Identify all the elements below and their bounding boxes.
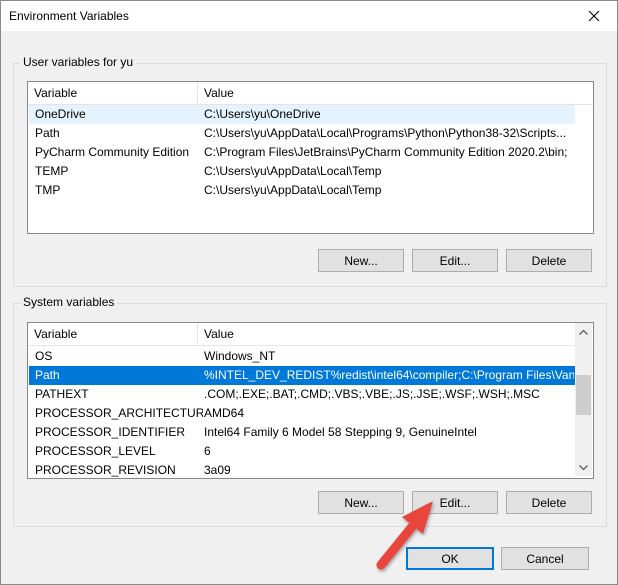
table-row[interactable]: PROCESSOR_ARCHITECTURE AMD64	[29, 404, 575, 423]
variable-cell: PyCharm Community Edition	[35, 145, 190, 159]
value-cell: C:\Program Files\JetBrains\PyCharm Commu…	[204, 145, 568, 159]
system-edit-button[interactable]: Edit...	[412, 491, 498, 514]
window-title: Environment Variables	[9, 9, 129, 23]
variable-cell: OneDrive	[35, 107, 86, 121]
value-cell: C:\Users\yu\AppData\Local\Temp	[204, 164, 382, 178]
user-delete-button[interactable]: Delete	[506, 249, 592, 272]
value-cell: C:\Users\yu\AppData\Local\Temp	[204, 183, 382, 197]
system-delete-button[interactable]: Delete	[506, 491, 592, 514]
value-cell: Windows_NT	[204, 349, 276, 363]
system-new-button[interactable]: New...	[318, 491, 404, 514]
table-row[interactable]: PROCESSOR_REVISION 3a09	[29, 461, 575, 478]
close-button[interactable]	[571, 1, 617, 31]
table-row[interactable]: OneDrive C:\Users\yu\OneDrive	[29, 105, 575, 124]
cancel-button[interactable]: Cancel	[501, 547, 589, 570]
list-header: Variable Value	[28, 323, 593, 346]
table-row[interactable]: PROCESSOR_IDENTIFIER Intel64 Family 6 Mo…	[29, 423, 575, 442]
user-variables-list[interactable]: Variable Value OneDrive C:\Users\yu\OneD…	[27, 81, 594, 234]
vertical-scrollbar[interactable]	[575, 323, 592, 476]
system-variables-legend: System variables	[20, 295, 118, 309]
variable-cell: Path	[35, 126, 60, 140]
environment-variables-dialog: Environment Variables User variables for…	[0, 0, 618, 585]
table-row[interactable]: Path C:\Users\yu\AppData\Local\Programs\…	[29, 124, 575, 143]
table-row[interactable]: TEMP C:\Users\yu\AppData\Local\Temp	[29, 162, 575, 181]
chevron-up-icon	[579, 329, 588, 335]
value-cell: %INTEL_DEV_REDIST%redist\intel64\compile…	[204, 368, 574, 382]
variable-cell: PROCESSOR_LEVEL	[35, 444, 156, 458]
value-cell: AMD64	[204, 406, 245, 420]
chevron-down-icon	[579, 464, 588, 470]
value-cell: .COM;.EXE;.BAT;.CMD;.VBS;.VBE;.JS;.JSE;.…	[204, 387, 540, 401]
value-cell: C:\Users\yu\AppData\Local\Programs\Pytho…	[204, 126, 567, 140]
table-row[interactable]: PyCharm Community Edition C:\Program Fil…	[29, 143, 575, 162]
scroll-down-button[interactable]	[575, 459, 592, 476]
variable-cell: OS	[35, 349, 53, 363]
table-row[interactable]: OS Windows_NT	[29, 347, 575, 366]
close-icon	[588, 10, 600, 22]
variable-cell: PROCESSOR_REVISION	[35, 463, 176, 477]
variable-cell: PATHEXT	[35, 387, 89, 401]
variable-cell: TEMP	[35, 164, 69, 178]
variable-cell: Path	[35, 368, 60, 382]
value-cell: 3a09	[204, 463, 231, 477]
variable-cell: TMP	[35, 183, 61, 197]
column-header-value[interactable]: Value	[198, 82, 593, 104]
table-row[interactable]: PATHEXT .COM;.EXE;.BAT;.CMD;.VBS;.VBE;.J…	[29, 385, 575, 404]
table-row[interactable]: PROCESSOR_LEVEL 6	[29, 442, 575, 461]
user-new-button[interactable]: New...	[318, 249, 404, 272]
user-edit-button[interactable]: Edit...	[412, 249, 498, 272]
value-cell: Intel64 Family 6 Model 58 Stepping 9, Ge…	[204, 425, 477, 439]
value-cell: C:\Users\yu\OneDrive	[204, 107, 321, 121]
variable-cell: PROCESSOR_IDENTIFIER	[35, 425, 186, 439]
list-header: Variable Value	[28, 82, 593, 105]
variable-cell: PROCESSOR_ARCHITECTURE	[35, 406, 203, 420]
column-header-variable[interactable]: Variable	[28, 323, 198, 345]
table-row-selected[interactable]: Path %INTEL_DEV_REDIST%redist\intel64\co…	[29, 366, 575, 385]
user-variables-legend: User variables for yu	[20, 55, 137, 69]
ok-button[interactable]: OK	[406, 547, 494, 570]
scroll-up-button[interactable]	[575, 323, 592, 340]
table-row[interactable]: TMP C:\Users\yu\AppData\Local\Temp	[29, 181, 575, 200]
column-header-variable[interactable]: Variable	[28, 82, 198, 104]
title-bar[interactable]: Environment Variables	[1, 1, 617, 31]
system-variables-list[interactable]: Variable Value OS Windows_NT Path %INTEL…	[27, 322, 594, 479]
scrollbar-thumb[interactable]	[576, 375, 591, 415]
column-header-value[interactable]: Value	[198, 323, 576, 345]
value-cell: 6	[204, 444, 211, 458]
